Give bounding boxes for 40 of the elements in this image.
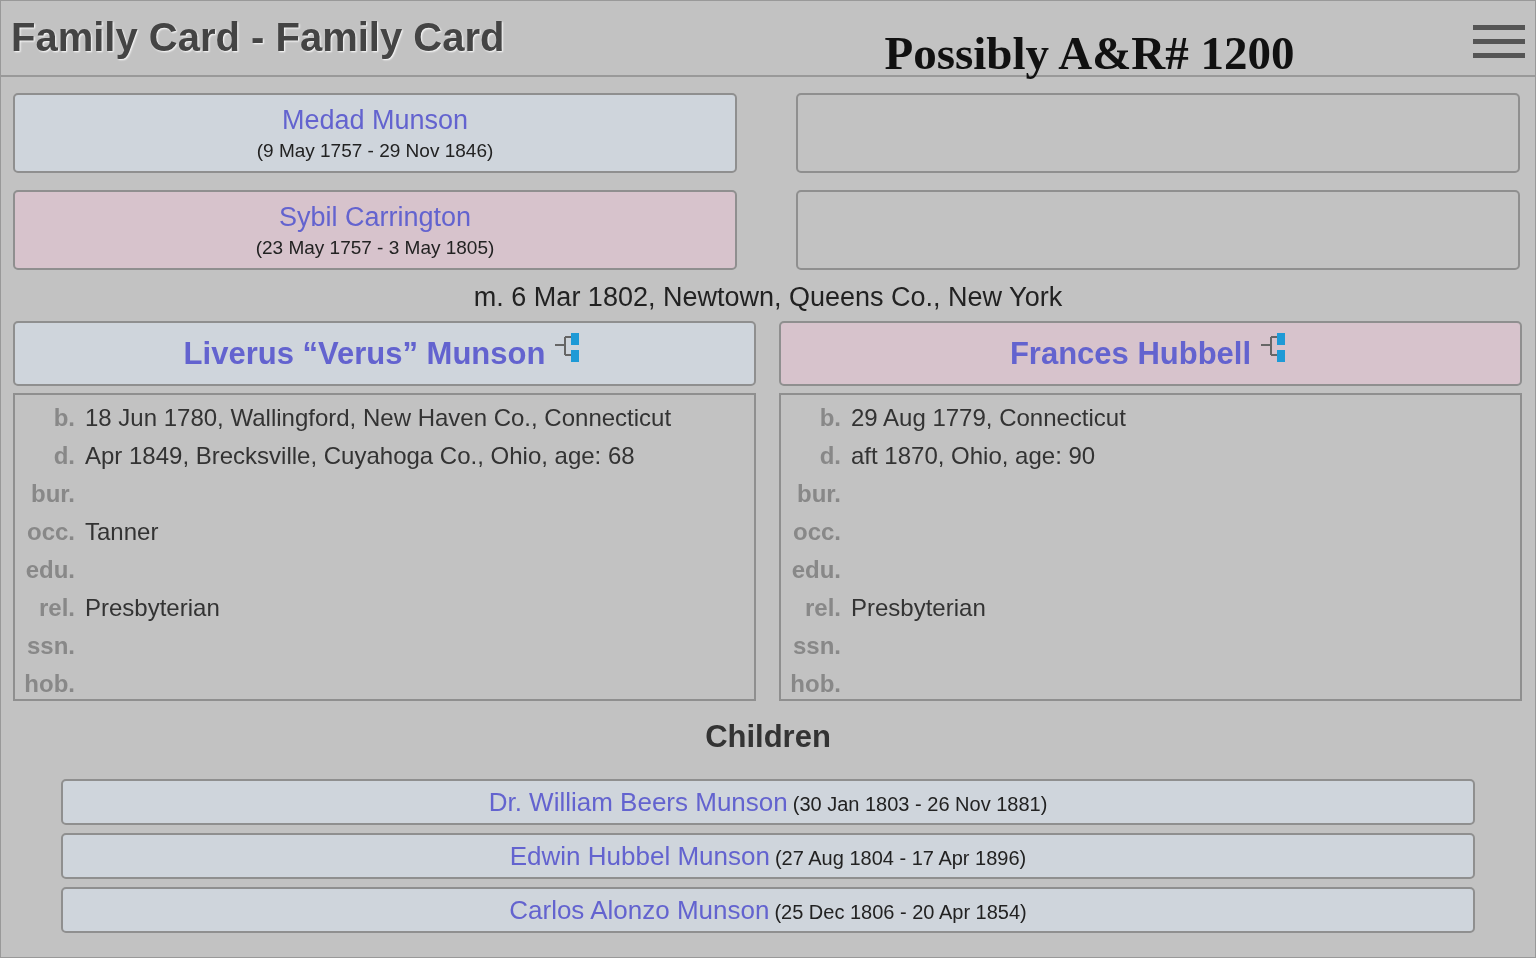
fact-label: b. (818, 404, 841, 432)
parent-dates: (9 May 1757 - 29 Nov 1846) (256, 139, 494, 162)
child-name-link[interactable]: Dr. William Beers Munson (488, 786, 788, 818)
fact-label: rel. (37, 594, 75, 622)
parent-name-link[interactable]: Medad Munson (281, 104, 469, 136)
child-dates: (27 Aug 1804 - 17 Apr 1896) (774, 846, 1027, 870)
fact-value: Presbyterian (85, 594, 220, 622)
fact-label: occ. (791, 518, 841, 546)
marriage-info: m. 6 Mar 1802, Newtown, Queens Co., New York (472, 282, 1064, 313)
fact-label: bur. (30, 480, 75, 508)
fact-label: hob. (789, 670, 841, 698)
fact-label: bur. (796, 480, 841, 508)
fact-label: d. (52, 442, 75, 470)
page-subtitle: Possibly A&R# 1200 (884, 26, 1295, 80)
spouse-name-link[interactable]: Frances Hubbell (1009, 335, 1252, 372)
fact-label: edu. (790, 556, 841, 584)
fact-label: ssn. (791, 632, 841, 660)
fact-value: aft 1870, Ohio, age: 90 (851, 442, 1096, 470)
fact-label: occ. (25, 518, 75, 546)
child-dates: (30 Jan 1803 - 26 Nov 1881) (792, 792, 1048, 816)
fact-label: d. (818, 442, 841, 470)
children-heading: Children (704, 719, 832, 755)
fact-label: rel. (803, 594, 841, 622)
child-name-link[interactable]: Edwin Hubbel Munson (509, 840, 770, 872)
fact-value: Apr 1849, Brecksville, Cuyahoga Co., Ohio, age: 68 (85, 442, 635, 470)
child-dates: (25 Dec 1806 - 20 Apr 1854) (774, 900, 1027, 924)
spouse-name-link[interactable]: Liverus “Verus” Munson (183, 335, 546, 372)
menu-icon[interactable] (1473, 25, 1525, 59)
parent-dates: (23 May 1757 - 3 May 1805) (255, 236, 495, 259)
fact-label: edu. (24, 556, 75, 584)
child-name-link[interactable]: Carlos Alonzo Munson (509, 894, 770, 926)
fact-label: hob. (23, 670, 75, 698)
page-title: Family Card - Family Card (11, 15, 505, 60)
fact-value: 29 Aug 1779, Connecticut (851, 404, 1126, 432)
fact-value: 18 Jun 1780, Wallingford, New Haven Co., Connecticut (85, 404, 672, 432)
fact-value: Tanner (85, 518, 159, 546)
parent-name-link[interactable]: Sybil Carrington (278, 201, 472, 233)
fact-label: ssn. (25, 632, 75, 660)
fact-label: b. (52, 404, 75, 432)
fact-value: Presbyterian (851, 594, 986, 622)
